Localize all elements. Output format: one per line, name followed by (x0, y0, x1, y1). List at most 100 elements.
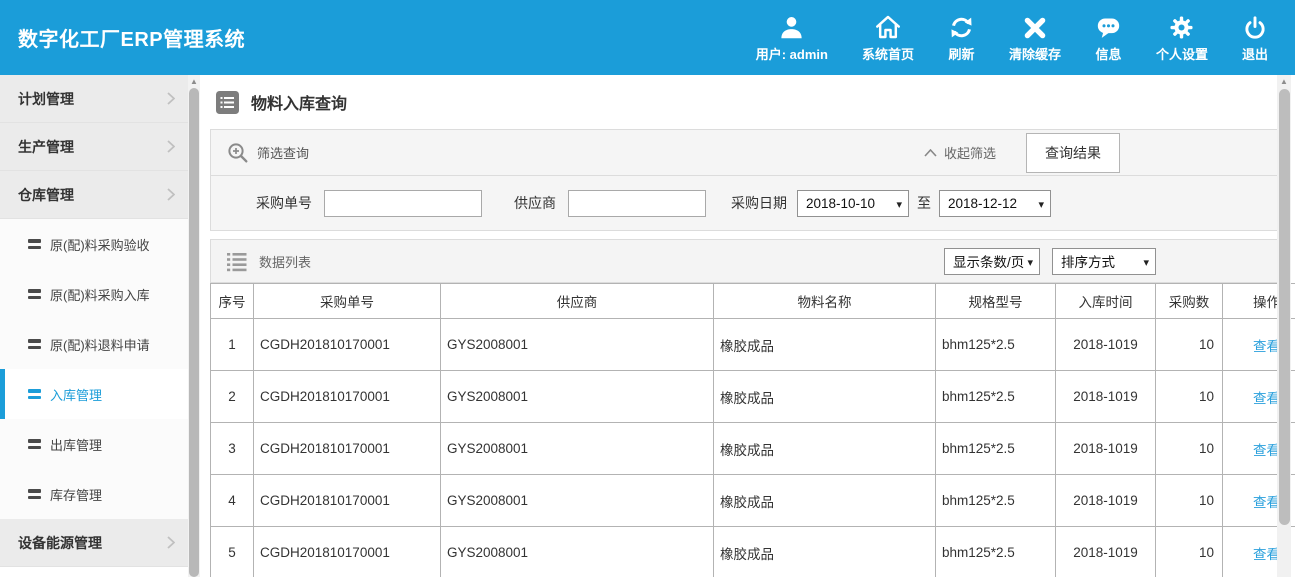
cell-qty: 10 (1156, 475, 1223, 527)
cell-purchase-no: CGDH201810170001 (254, 423, 441, 475)
sidebar-scrollbar-thumb[interactable] (189, 88, 199, 577)
sort-mode-select[interactable]: 排序方式 (1052, 248, 1156, 275)
filter-fields: 采购单号 供应商 采购日期 2018-10-10 至 2018-12-12 (211, 176, 1284, 230)
dropdown-arrow-icon (1027, 254, 1033, 269)
sidebar-item-inbound-mgmt[interactable]: 入库管理 (0, 369, 188, 419)
col-inbound-time: 入库时间 (1056, 284, 1156, 319)
nav-settings-label: 个人设置 (1156, 44, 1208, 63)
scroll-up-icon[interactable] (188, 75, 200, 88)
scroll-up-icon[interactable] (1277, 75, 1291, 88)
inbound-query-table: 序号 采购单号 供应商 物料名称 规格型号 入库时间 采购数 操作 1 CGDH… (210, 283, 1295, 577)
sidebar-item-equipment-energy-mgmt[interactable]: 设备能源管理 (0, 519, 188, 567)
sidebar: 计划管理 生产管理 仓库管理 原(配)料采购验收 原(配)料采购入库 (0, 75, 200, 577)
cell-inbound-time: 2018-1019 (1056, 371, 1156, 423)
data-list-title: 数据列表 (259, 252, 311, 271)
page-size-select[interactable]: 显示条数/页 (944, 248, 1040, 275)
main-scrollbar[interactable] (1277, 75, 1291, 577)
table-row: 4 CGDH201810170001 GYS2008001 橡胶成品 bhm12… (211, 475, 1295, 527)
cell-supplier: GYS2008001 (441, 527, 714, 577)
nav-messages-label: 信息 (1095, 44, 1121, 63)
sidebar-item-raw-material-inbound[interactable]: 原(配)料采购入库 (0, 269, 188, 319)
nav-messages[interactable]: 信息 (1078, 13, 1139, 63)
sidebar-item-label: 设备能源管理 (18, 533, 102, 553)
date-to-select[interactable]: 2018-12-12 (939, 190, 1051, 217)
nav-user[interactable]: 用户: admin (739, 13, 845, 63)
cell-seq: 5 (211, 527, 254, 577)
table-row: 3 CGDH201810170001 GYS2008001 橡胶成品 bhm12… (211, 423, 1295, 475)
nav-settings[interactable]: 个人设置 (1139, 13, 1225, 63)
cell-seq: 1 (211, 319, 254, 371)
sidebar-item-warehouse-mgmt[interactable]: 仓库管理 (0, 171, 188, 219)
purchase-no-label: 采购单号 (256, 193, 312, 213)
query-result-button[interactable]: 查询结果 (1026, 133, 1120, 173)
col-qty: 采购数 (1156, 284, 1223, 319)
cell-purchase-no: CGDH201810170001 (254, 527, 441, 577)
cell-spec: bhm125*2.5 (936, 423, 1056, 475)
nav-clear-cache[interactable]: 清除缓存 (992, 13, 1078, 63)
data-list-bar: 数据列表 显示条数/页 排序方式 (210, 239, 1285, 283)
cell-supplier: GYS2008001 (441, 423, 714, 475)
cell-material: 橡胶成品 (714, 371, 936, 423)
sidebar-item-stock-mgmt[interactable]: 库存管理 (0, 469, 188, 519)
chevron-up-icon (924, 149, 937, 157)
purchase-no-input[interactable] (324, 190, 482, 217)
nav-logout[interactable]: 退出 (1225, 13, 1285, 63)
cell-inbound-time: 2018-1019 (1056, 527, 1156, 577)
view-link[interactable]: 查看 (1253, 443, 1280, 458)
main-scrollbar-thumb[interactable] (1279, 89, 1290, 525)
view-link[interactable]: 查看 (1253, 391, 1280, 406)
sidebar-item-label: 入库管理 (50, 385, 102, 404)
view-link[interactable]: 查看 (1253, 547, 1280, 562)
nav-clear-cache-label: 清除缓存 (1009, 44, 1061, 63)
sidebar-item-plan-mgmt[interactable]: 计划管理 (0, 75, 188, 123)
view-link[interactable]: 查看 (1253, 339, 1280, 354)
dropdown-arrow-icon (1143, 254, 1149, 269)
supplier-input[interactable] (568, 190, 706, 217)
nav-user-label: 用户: admin (756, 44, 828, 63)
dropdown-arrow-icon (896, 196, 902, 211)
cell-qty: 10 (1156, 319, 1223, 371)
sort-mode-value: 排序方式 (1061, 251, 1115, 271)
nav-home[interactable]: 系统首页 (845, 13, 931, 63)
cell-seq: 3 (211, 423, 254, 475)
cell-spec: bhm125*2.5 (936, 319, 1056, 371)
sidebar-item-raw-material-acceptance[interactable]: 原(配)料采购验收 (0, 219, 188, 269)
cell-seq: 2 (211, 371, 254, 423)
cell-spec: bhm125*2.5 (936, 475, 1056, 527)
filter-header: 筛选查询 收起筛选 查询结果 (211, 130, 1284, 176)
home-icon (874, 13, 902, 41)
user-icon (778, 13, 805, 41)
chevron-right-icon (167, 92, 175, 105)
cell-inbound-time: 2018-1019 (1056, 475, 1156, 527)
cell-material: 橡胶成品 (714, 423, 936, 475)
date-from-value: 2018-10-10 (806, 196, 875, 211)
cell-qty: 10 (1156, 527, 1223, 577)
list-panel-icon (216, 91, 239, 114)
top-header: 数字化工厂ERP管理系统 用户: admin 系统首页 (0, 0, 1295, 75)
cell-purchase-no: CGDH201810170001 (254, 319, 441, 371)
sidebar-item-production-mgmt[interactable]: 生产管理 (0, 123, 188, 171)
nav-refresh[interactable]: 刷新 (931, 13, 992, 63)
clear-cache-icon (1022, 13, 1048, 41)
sidebar-scrollbar[interactable] (188, 75, 200, 577)
date-from-select[interactable]: 2018-10-10 (797, 190, 909, 217)
view-link[interactable]: 查看 (1253, 495, 1280, 510)
cell-qty: 10 (1156, 423, 1223, 475)
page-size-value: 显示条数/页 (953, 251, 1024, 271)
filter-panel: 筛选查询 收起筛选 查询结果 采购单号 供应商 采购日期 2018-10-10 … (210, 129, 1285, 231)
date-to-value: 2018-12-12 (948, 196, 1017, 211)
cell-purchase-no: CGDH201810170001 (254, 371, 441, 423)
settings-icon (1168, 13, 1195, 41)
cell-supplier: GYS2008001 (441, 475, 714, 527)
sidebar-item-label: 出库管理 (50, 435, 102, 454)
sidebar-item-label: 原(配)料退料申请 (50, 335, 150, 354)
supplier-label: 供应商 (514, 193, 556, 213)
sidebar-item-outbound-mgmt[interactable]: 出库管理 (0, 419, 188, 469)
zoom-search-icon (227, 142, 249, 164)
cell-supplier: GYS2008001 (441, 319, 714, 371)
sidebar-item-label: 计划管理 (18, 89, 74, 109)
collapse-filter-toggle[interactable]: 收起筛选 (924, 143, 996, 162)
sidebar-item-raw-material-return[interactable]: 原(配)料退料申请 (0, 319, 188, 369)
table-row: 5 CGDH201810170001 GYS2008001 橡胶成品 bhm12… (211, 527, 1295, 577)
logout-icon (1242, 13, 1268, 41)
